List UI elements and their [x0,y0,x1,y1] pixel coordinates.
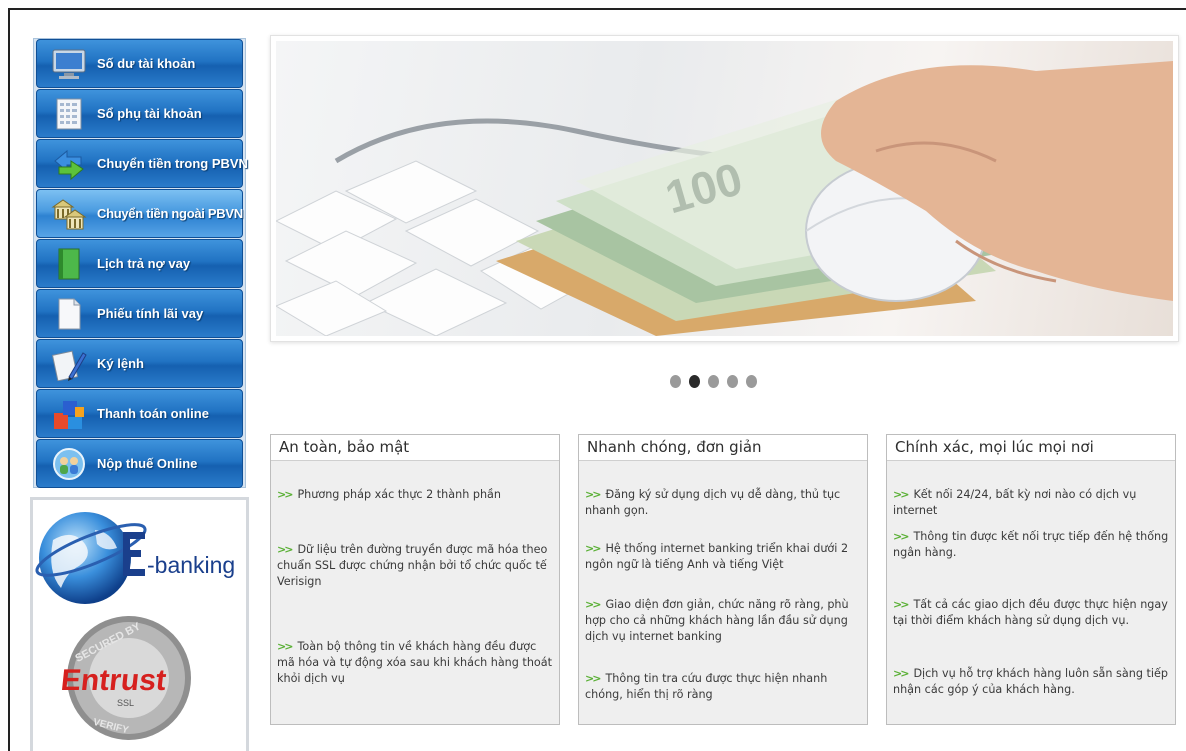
sidebar-item-sign-order[interactable]: Ký lệnh [36,339,243,388]
feature-point: >> Đăng ký sử dụng dịch vụ dễ dàng, thủ t… [585,488,841,517]
carousel-dots [670,375,757,389]
feature-column-security: An toàn, bảo mật >> Phương pháp xác thực … [270,434,560,725]
sidebar-item-internal-transfer[interactable]: Chuyển tiền trong PBVN [36,139,248,188]
blocks-icon [54,401,84,429]
sidebar-item-label: Chuyển tiền ngoài PBVN [97,206,243,221]
entrust-seal: SECURED BY Entrust SSL VERIFY [59,616,191,740]
bullet-arrow-icon: >> [893,667,910,680]
feature-point: >> Dữ liệu trên đường truyền được mã hóa … [277,543,548,588]
feature-column-accuracy: Chính xác, mọi lúc mọi nơi >> Kết nối 24/… [886,434,1176,725]
svg-text:SSL: SSL [117,698,134,708]
bullet-arrow-icon: >> [585,598,602,611]
sidebar-menu: Số dư tài khoản Sổ phụ tài khoản Chuyển … [33,38,248,488]
column-title: Chính xác, mọi lúc mọi nơi [887,435,1175,461]
sidebar-item-label: Nộp thuế Online [97,456,198,471]
sidebar-item-label: Ký lệnh [97,356,144,371]
feature-point: >> Kết nối 24/24, bất kỳ nơi nào có dịch … [893,488,1137,517]
banner-image: 100 [276,41,1173,336]
sidebar-item-online-payment[interactable]: Thanh toán online [36,389,243,438]
feature-point: >> Thông tin tra cứu được thực hiện nhanh… [585,672,828,701]
security-logos: -banking SECURED BY Entrust SSL VERIFY [30,497,249,751]
monitor-icon [52,49,86,79]
carousel-dot-4[interactable] [727,375,738,388]
feature-point: >> Giao diện đơn giản, chức năng rõ ràng,… [585,598,849,643]
sidebar-item-label: Sổ phụ tài khoản [97,106,202,121]
book-icon [58,248,80,280]
bullet-arrow-icon: >> [585,488,602,501]
column-title: An toàn, bảo mật [271,435,559,461]
bank-transfer-icon [51,199,87,230]
ebanking-wordmark: -banking [147,552,235,578]
feature-point: >> Dịch vụ hỗ trợ khách hàng luôn sẵn sàn… [893,667,1168,696]
carousel-dot-2[interactable] [689,375,700,388]
bullet-arrow-icon: >> [893,530,910,543]
ledger-icon [56,98,82,130]
sidebar-item-label: Thanh toán online [97,406,209,421]
feature-point: >> Toàn bộ thông tin về khách hàng đều đư… [277,640,552,685]
bullet-arrow-icon: >> [277,640,294,653]
sidebar-item-label: Chuyển tiền trong PBVN [97,156,248,171]
bullet-arrow-icon: >> [585,542,602,555]
feature-point: >> Phương pháp xác thực 2 thành phần [277,488,502,501]
feature-point: >> Tất cả các giao dịch đều được thực hiệ… [893,598,1168,627]
document-icon [58,298,81,330]
sidebar-item-account-balance[interactable]: Số dư tài khoản [36,39,243,88]
sidebar-item-loan-schedule[interactable]: Lịch trả nợ vay [36,239,243,288]
bullet-arrow-icon: >> [893,488,910,501]
sidebar-item-tax-payment[interactable]: Nộp thuế Online [36,439,243,488]
sidebar-item-label: Số dư tài khoản [97,56,196,71]
sidebar-item-label: Lịch trả nợ vay [97,256,191,271]
banner-illustration: 100 [276,61,1173,336]
transfer-arrows-icon [54,149,84,181]
bullet-arrow-icon: >> [277,488,294,501]
sidebar-item-account-ledger[interactable]: Sổ phụ tài khoản [36,89,243,138]
bullet-arrow-icon: >> [585,672,602,685]
ebanking-logo: -banking SECURED BY Entrust SSL VERIFY [35,512,235,740]
carousel-dot-5[interactable] [746,375,757,388]
sidebar-item-external-transfer[interactable]: Chuyển tiền ngoài PBVN [36,189,243,238]
column-title: Nhanh chóng, đơn giản [579,435,867,461]
hero-banner: 100 [270,35,1179,342]
bullet-arrow-icon: >> [277,543,294,556]
signature-pen-icon [51,350,87,381]
feature-point: >> Hệ thống internet banking triển khai d… [585,542,849,571]
globe-people-icon [53,448,85,480]
svg-text:Entrust: Entrust [59,664,167,697]
bullet-arrow-icon: >> [893,598,910,611]
feature-column-speed: Nhanh chóng, đơn giản >> Đăng ký sử dụng … [578,434,868,725]
sidebar-item-label: Phiếu tính lãi vay [97,306,204,321]
carousel-dot-1[interactable] [670,375,681,388]
sidebar-item-interest-sheet[interactable]: Phiếu tính lãi vay [36,289,243,338]
feature-point: >> Thông tin được kết nối trực tiếp đến h… [893,530,1169,559]
carousel-dot-3[interactable] [708,375,719,388]
